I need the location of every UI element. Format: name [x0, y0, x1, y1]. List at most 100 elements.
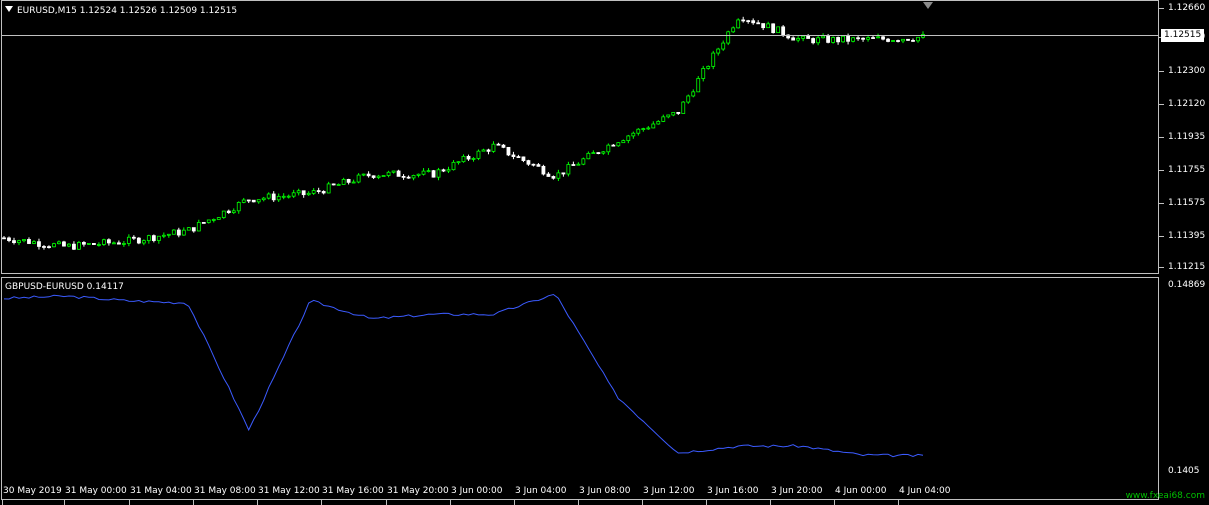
candle-body: [556, 172, 561, 179]
candle-body: [551, 176, 556, 179]
time-axis-label: 31 May 04:00: [130, 486, 192, 496]
time-axis-label: 4 Jun 04:00: [899, 486, 951, 496]
candle-body: [32, 241, 36, 244]
time-axis-tick: [514, 500, 515, 505]
time-axis-label: 3 Jun 08:00: [579, 486, 631, 496]
time-axis-tick: [450, 500, 451, 505]
candle-body: [746, 20, 751, 23]
price-axis-tick: [1159, 236, 1164, 237]
time-axis-label: 3 Jun 20:00: [771, 486, 823, 496]
candle-body: [346, 179, 351, 183]
candle-body: [576, 163, 581, 166]
candle-body: [801, 35, 806, 39]
candle-body: [206, 219, 211, 223]
candle-body: [311, 190, 316, 194]
candle-body: [116, 242, 121, 245]
time-axis-tick: [2, 500, 3, 505]
candle-body: [52, 243, 56, 248]
candle-body: [186, 227, 191, 231]
candle-body: [281, 195, 286, 198]
candle-body: [591, 152, 596, 155]
time-axis-tick: [257, 500, 258, 505]
candle-body: [411, 175, 416, 179]
candle-body: [501, 144, 506, 148]
candle-body: [856, 37, 860, 40]
time-axis-label: 3 Jun 12:00: [643, 486, 695, 496]
candle-body: [67, 243, 71, 247]
candle-body: [87, 243, 91, 245]
price-axis-label: 1.12660: [1168, 3, 1206, 13]
candle-body: [276, 195, 281, 201]
candle-body: [196, 222, 201, 232]
time-axis-tick: [64, 500, 65, 505]
candle-body: [751, 20, 756, 24]
candle-body: [446, 169, 451, 172]
candle-body: [47, 246, 51, 249]
candle-body: [251, 199, 256, 203]
price-axis-tick: [1159, 104, 1164, 105]
candle-body: [706, 65, 711, 69]
candle-body: [671, 112, 676, 116]
candle-body: [846, 35, 850, 42]
candle-body: [161, 234, 166, 237]
candle-body: [326, 183, 331, 194]
candle-body: [716, 48, 721, 54]
candle-body: [306, 192, 311, 196]
candle-body: [626, 135, 631, 142]
time-axis-label: 31 May 20:00: [387, 486, 449, 496]
candle-body: [451, 161, 456, 171]
candle-body: [141, 240, 146, 244]
candle-body: [27, 239, 31, 244]
candle-body: [661, 116, 666, 122]
candle-body: [871, 37, 875, 39]
candle-body: [521, 156, 526, 161]
indicator-axis-label: 0.14869: [1168, 280, 1206, 290]
watermark: www.fxeai68.com: [1125, 491, 1205, 501]
candle-body: [401, 175, 406, 178]
candle-body: [406, 176, 411, 179]
candle-body: [82, 242, 86, 245]
candle-body: [166, 233, 171, 236]
candle-body: [176, 229, 181, 236]
candle-body: [471, 158, 476, 160]
candle-body: [341, 179, 346, 185]
candle-body: [111, 242, 116, 245]
candle-body: [466, 155, 471, 160]
candle-body: [431, 170, 436, 178]
candle-body: [516, 156, 521, 158]
candle-body: [566, 164, 571, 175]
candle-body: [836, 37, 840, 43]
candle-body: [911, 39, 915, 42]
candle-body: [151, 235, 156, 241]
candle-body: [391, 170, 396, 173]
price-axis-label: 1.11755: [1168, 165, 1206, 175]
candle-body: [901, 38, 905, 42]
candle-body: [601, 151, 606, 154]
price-axis-label: 1.11215: [1168, 262, 1206, 272]
price-axis-tick: [1159, 8, 1164, 9]
candle-body: [126, 236, 131, 244]
candle-body: [216, 217, 221, 220]
candle-body: [656, 121, 661, 125]
time-axis-label: 4 Jun 00:00: [835, 486, 887, 496]
time-axis-label: 31 May 16:00: [322, 486, 384, 496]
candle-body: [641, 128, 646, 130]
dropdown-triangle-icon[interactable]: [5, 6, 13, 12]
candle-body: [92, 243, 96, 245]
candle-body: [381, 175, 386, 177]
candle-body: [331, 183, 336, 186]
candle-body: [666, 114, 671, 118]
chart-shift-marker[interactable]: [923, 2, 933, 9]
candle-body: [42, 246, 46, 248]
time-axis-label: 31 May 12:00: [258, 486, 320, 496]
candle-body: [106, 239, 111, 244]
candle-body: [691, 91, 696, 97]
candle-body: [436, 169, 441, 178]
candle-body: [756, 22, 761, 25]
candle-body: [896, 40, 900, 42]
candle-body: [806, 35, 811, 39]
candle-body: [316, 190, 321, 192]
candle-body: [96, 244, 101, 246]
candle-body: [726, 31, 731, 44]
candle-body: [421, 170, 426, 175]
